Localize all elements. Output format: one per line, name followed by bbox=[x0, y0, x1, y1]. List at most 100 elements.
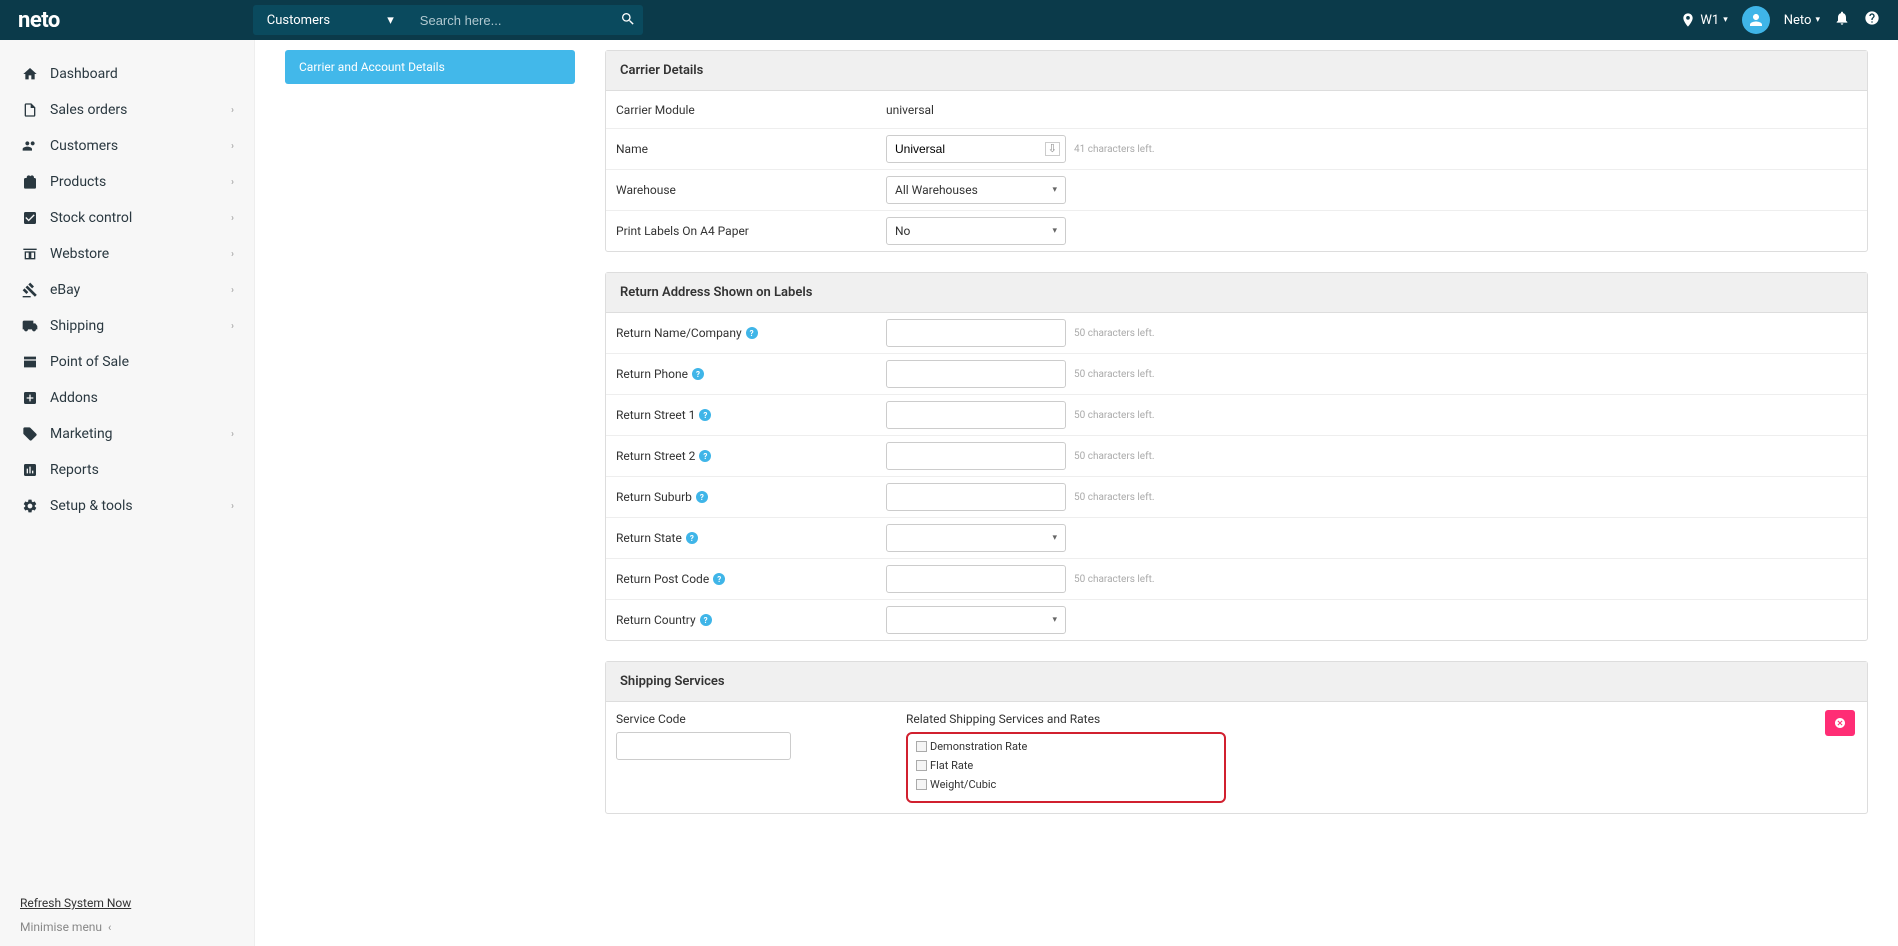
checkbox-label: Flat Rate bbox=[930, 759, 973, 772]
return-phone-input[interactable] bbox=[886, 360, 1066, 388]
row-return-suburb: Return Suburb ? 50 characters left. bbox=[606, 477, 1867, 518]
chevron-right-icon: › bbox=[231, 141, 234, 152]
search-area bbox=[408, 5, 643, 35]
avatar[interactable] bbox=[1742, 6, 1770, 34]
nav-label: Addons bbox=[50, 390, 234, 406]
label: Return Street 1 ? bbox=[606, 408, 886, 422]
search-context-dropdown[interactable]: Customers ▾ bbox=[253, 5, 408, 35]
return-country-select[interactable] bbox=[886, 606, 1066, 634]
chevron-right-icon: › bbox=[231, 285, 234, 296]
search-icon bbox=[620, 11, 636, 27]
nav-label: Setup & tools bbox=[50, 498, 231, 514]
location-selector[interactable]: W1 ▾ bbox=[1680, 12, 1727, 28]
help-icon[interactable]: ? bbox=[746, 327, 758, 339]
help-icon[interactable]: ? bbox=[699, 450, 711, 462]
nav-label: Customers bbox=[50, 138, 231, 154]
name-hint: 41 characters left. bbox=[1074, 144, 1155, 155]
return-name-company-input[interactable] bbox=[886, 319, 1066, 347]
help-icon[interactable]: ? bbox=[699, 409, 711, 421]
truck-icon bbox=[20, 318, 40, 334]
return-post-code-input[interactable] bbox=[886, 565, 1066, 593]
related-services-label: Related Shipping Services and Rates bbox=[906, 712, 1857, 726]
notifications-button[interactable] bbox=[1834, 10, 1850, 30]
sidebar-item-webstore[interactable]: Webstore › bbox=[0, 236, 254, 272]
hint: 50 characters left. bbox=[1074, 451, 1155, 462]
sidebar-item-marketing[interactable]: Marketing › bbox=[0, 416, 254, 452]
checkbox-icon bbox=[916, 741, 927, 752]
delete-service-button[interactable] bbox=[1825, 710, 1855, 736]
panel-header: Shipping Services bbox=[606, 662, 1867, 702]
return-suburb-input[interactable] bbox=[886, 483, 1066, 511]
nav-label: eBay bbox=[50, 282, 231, 298]
return-street--input[interactable] bbox=[886, 401, 1066, 429]
header-right: W1 ▾ Neto ▾ bbox=[1680, 6, 1898, 34]
return-street--input[interactable] bbox=[886, 442, 1066, 470]
row-return-state: Return State ? bbox=[606, 518, 1867, 559]
label: Return State ? bbox=[606, 531, 886, 545]
label: Return Country ? bbox=[606, 613, 886, 627]
label-name: Name bbox=[606, 142, 886, 156]
caret-down-icon: ▾ bbox=[1723, 15, 1728, 25]
sidebar-item-setup-tools[interactable]: Setup & tools › bbox=[0, 488, 254, 524]
hint: 50 characters left. bbox=[1074, 369, 1155, 380]
sidebar-item-reports[interactable]: Reports bbox=[0, 452, 254, 488]
hint: 50 characters left. bbox=[1074, 492, 1155, 503]
sidebar-item-shipping[interactable]: Shipping › bbox=[0, 308, 254, 344]
chevron-right-icon: › bbox=[231, 177, 234, 188]
checkbox-flat-rate[interactable]: Flat Rate bbox=[916, 759, 1056, 772]
nav-label: Point of Sale bbox=[50, 354, 234, 370]
sidebar-item-addons[interactable]: Addons bbox=[0, 380, 254, 416]
panel-header: Carrier Details bbox=[606, 51, 1867, 91]
row-return-name-company: Return Name/Company ? 50 characters left… bbox=[606, 313, 1867, 354]
help-icon[interactable]: ? bbox=[686, 532, 698, 544]
help-icon[interactable]: ? bbox=[696, 491, 708, 503]
search-button[interactable] bbox=[608, 11, 648, 30]
return-state-select[interactable] bbox=[886, 524, 1066, 552]
sidebar-item-products[interactable]: Products › bbox=[0, 164, 254, 200]
section-nav-carrier-details[interactable]: Carrier and Account Details bbox=[285, 50, 575, 84]
main-content: Carrier and Account Details Carrier Deta… bbox=[255, 40, 1898, 824]
nav-label: Dashboard bbox=[50, 66, 234, 82]
sidebar-item-sales-orders[interactable]: Sales orders › bbox=[0, 92, 254, 128]
sidebar-item-dashboard[interactable]: Dashboard bbox=[0, 56, 254, 92]
gift-icon bbox=[20, 174, 40, 190]
print-select[interactable]: No bbox=[886, 217, 1066, 245]
user-label: Neto bbox=[1784, 13, 1812, 28]
help-icon[interactable]: ? bbox=[700, 614, 712, 626]
person-icon bbox=[1747, 11, 1765, 29]
help-button[interactable] bbox=[1864, 10, 1880, 30]
checkbox-demonstration-rate[interactable]: Demonstration Rate bbox=[916, 740, 1056, 753]
search-input[interactable] bbox=[408, 13, 608, 28]
help-icon[interactable]: ? bbox=[692, 368, 704, 380]
refresh-system-link[interactable]: Refresh System Now bbox=[20, 896, 234, 910]
nav-label: Marketing bbox=[50, 426, 231, 442]
caret-down-icon: ▾ bbox=[1815, 15, 1820, 25]
row-return-street-: Return Street 1 ? 50 characters left. bbox=[606, 395, 1867, 436]
hint: 50 characters left. bbox=[1074, 328, 1155, 339]
plus-icon bbox=[20, 390, 40, 406]
hint: 50 characters left. bbox=[1074, 574, 1155, 585]
row-name: Name ⇩ 41 characters left. bbox=[606, 129, 1867, 170]
panel-return-address: Return Address Shown on Labels Return Na… bbox=[605, 272, 1868, 641]
row-print-labels: Print Labels On A4 Paper No bbox=[606, 211, 1867, 251]
label: Return Phone ? bbox=[606, 367, 886, 381]
label-carrier-module: Carrier Module bbox=[606, 103, 886, 117]
help-icon[interactable]: ? bbox=[713, 573, 725, 585]
minimise-menu[interactable]: Minimise menu ‹ bbox=[20, 920, 234, 934]
sidebar-item-stock-control[interactable]: Stock control › bbox=[0, 200, 254, 236]
service-code-label: Service Code bbox=[616, 712, 886, 726]
panel-shipping-services: Shipping Services Service Code Related S… bbox=[605, 661, 1868, 814]
nav-label: Products bbox=[50, 174, 231, 190]
chevron-right-icon: › bbox=[231, 249, 234, 260]
panel-carrier-details: Carrier Details Carrier Module universal… bbox=[605, 50, 1868, 252]
warehouse-select[interactable]: All Warehouses bbox=[886, 176, 1066, 204]
sidebar-item-point-of-sale[interactable]: Point of Sale bbox=[0, 344, 254, 380]
sidebar-item-ebay[interactable]: eBay › bbox=[0, 272, 254, 308]
nav-label: Shipping bbox=[50, 318, 231, 334]
service-code-input[interactable] bbox=[616, 732, 791, 760]
checkbox-weight-cubic[interactable]: Weight/Cubic bbox=[916, 778, 1056, 791]
sidebar-item-customers[interactable]: Customers › bbox=[0, 128, 254, 164]
nav-list: Dashboard Sales orders › Customers › Pro… bbox=[0, 40, 254, 884]
name-input[interactable] bbox=[886, 135, 1066, 163]
user-menu[interactable]: Neto ▾ bbox=[1784, 13, 1820, 28]
